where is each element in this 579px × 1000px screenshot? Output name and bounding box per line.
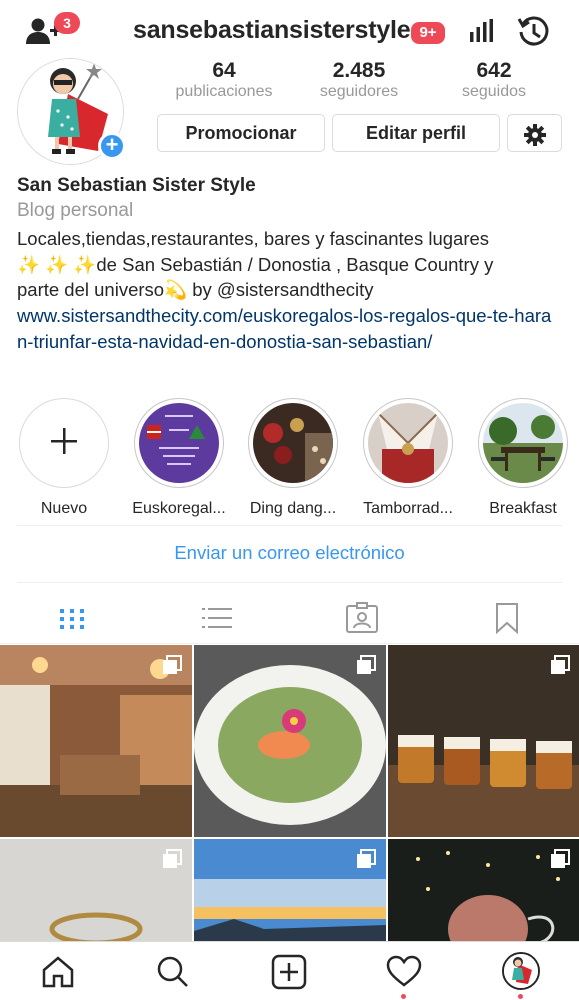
tagged-icon[interactable] bbox=[342, 598, 382, 638]
profile-username[interactable]: sansebastiansisterstyle bbox=[133, 16, 411, 45]
gear-icon bbox=[523, 122, 546, 158]
highlight-label: Nuevo bbox=[40, 500, 88, 517]
posts-grid bbox=[0, 645, 579, 941]
stat-posts[interactable]: 64 publicaciones bbox=[164, 60, 284, 102]
highlight-label: Euskoregal... bbox=[132, 500, 226, 517]
stat-value: 64 bbox=[212, 59, 236, 82]
stat-value: 642 bbox=[476, 59, 512, 82]
activity-heart-icon[interactable] bbox=[386, 954, 422, 990]
divider bbox=[17, 582, 562, 583]
profile-website-link[interactable]: www.sistersandthecity.com/euskoregalos-l… bbox=[17, 303, 557, 354]
post-thumbnail[interactable] bbox=[388, 645, 579, 837]
home-icon[interactable] bbox=[40, 954, 76, 990]
profile-bio: Locales,tiendas,restaurantes, bares y fa… bbox=[17, 226, 572, 303]
new-post-icon[interactable] bbox=[271, 954, 307, 990]
stat-followers[interactable]: 2.485 seguidores bbox=[299, 60, 419, 102]
highlight-label: Breakfast bbox=[489, 500, 557, 517]
activity-dot bbox=[401, 994, 406, 999]
post-thumbnail[interactable] bbox=[194, 645, 386, 837]
list-icon[interactable] bbox=[197, 598, 237, 638]
profile-dot bbox=[518, 994, 523, 999]
stat-label: publicaciones bbox=[175, 83, 273, 100]
promote-button[interactable]: Promocionar bbox=[157, 114, 325, 152]
activity-badge: 9+ bbox=[411, 22, 445, 44]
highlight-cover bbox=[253, 403, 333, 483]
highlight-euskoregalos[interactable]: Euskoregal... bbox=[129, 398, 229, 518]
stat-label: seguidores bbox=[319, 83, 399, 100]
post-thumbnail[interactable] bbox=[388, 839, 579, 941]
multiple-photos-icon bbox=[162, 655, 182, 675]
stat-value: 2.485 bbox=[332, 59, 386, 82]
highlight-tamborrada[interactable]: Tamborrad... bbox=[358, 398, 458, 518]
grid-icon[interactable] bbox=[52, 598, 92, 638]
email-button[interactable]: Enviar un correo electrónico bbox=[0, 542, 579, 564]
search-icon[interactable] bbox=[155, 954, 191, 990]
highlight-ding-dang[interactable]: Ding dang... bbox=[243, 398, 343, 518]
bio-line: ✨ ✨ ✨de San Sebastián / Donostia , Basqu… bbox=[17, 253, 494, 275]
divider bbox=[17, 525, 562, 526]
multiple-photos-icon bbox=[356, 655, 376, 675]
bio-line: Locales,tiendas,restaurantes, bares y fa… bbox=[17, 228, 490, 249]
highlight-cover bbox=[483, 403, 563, 483]
saved-icon[interactable] bbox=[487, 598, 527, 638]
highlight-new[interactable]: Nuevo bbox=[14, 398, 114, 518]
bottom-nav bbox=[0, 941, 579, 1000]
multiple-photos-icon bbox=[356, 849, 376, 869]
post-thumbnail[interactable] bbox=[194, 839, 386, 941]
highlight-label: Ding dang... bbox=[249, 500, 337, 517]
top-bar: 3 sansebastiansisterstyle 9+ bbox=[0, 0, 579, 62]
highlight-breakfast[interactable]: Breakfast bbox=[473, 398, 573, 518]
plus-icon bbox=[50, 427, 78, 460]
highlight-cover bbox=[368, 403, 448, 483]
multiple-photos-icon bbox=[162, 849, 182, 869]
follow-requests-badge: 3 bbox=[54, 12, 80, 34]
profile-category: Blog personal bbox=[17, 200, 134, 221]
insights-icon[interactable] bbox=[468, 18, 494, 49]
post-thumbnail[interactable] bbox=[0, 839, 192, 941]
settings-button[interactable] bbox=[507, 114, 562, 152]
post-thumbnail[interactable] bbox=[0, 645, 192, 837]
stat-label: seguidos bbox=[461, 83, 527, 100]
edit-profile-button[interactable]: Editar perfil bbox=[332, 114, 500, 152]
profile-tabs bbox=[0, 590, 579, 644]
profile-full-name: San Sebastian Sister Style bbox=[17, 175, 256, 196]
bio-line: parte del universo💫 by @sistersandthecit… bbox=[17, 279, 374, 300]
profile-avatar-icon[interactable] bbox=[502, 952, 540, 990]
highlight-label: Tamborrad... bbox=[363, 500, 453, 517]
archive-history-icon[interactable] bbox=[517, 15, 551, 54]
multiple-photos-icon bbox=[550, 655, 570, 675]
stat-following[interactable]: 642 seguidos bbox=[434, 60, 554, 102]
multiple-photos-icon bbox=[550, 849, 570, 869]
highlight-cover bbox=[139, 403, 219, 483]
add-story-icon[interactable]: + bbox=[98, 132, 126, 160]
